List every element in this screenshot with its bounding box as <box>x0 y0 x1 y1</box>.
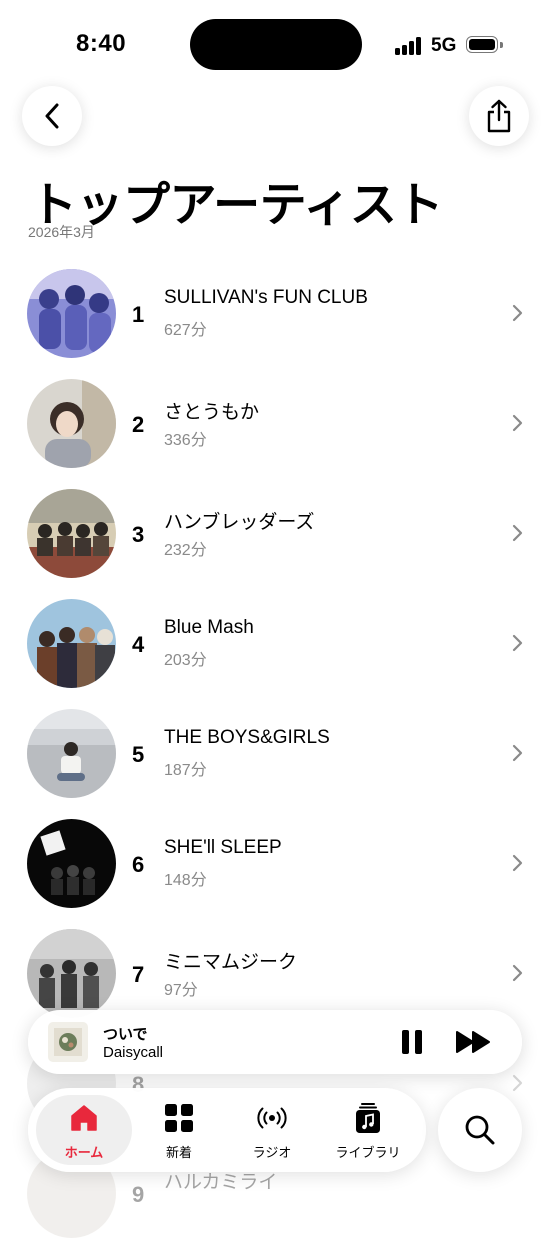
artist-avatar <box>27 819 116 908</box>
chevron-right-icon <box>512 744 523 762</box>
tab-label: ラジオ <box>252 1145 292 1160</box>
library-icon <box>356 1103 380 1133</box>
artist-row[interactable]: 6 SHE'll SLEEP 148分 <box>0 808 552 918</box>
artist-avatar <box>27 269 116 358</box>
grid-icon <box>165 1104 193 1132</box>
tab-bar: ホーム 新着 ラジオ ライブラリ <box>28 1088 426 1172</box>
artist-rank: 2 <box>132 412 145 437</box>
status-time: 8:40 <box>76 30 127 57</box>
artist-name: THE BOYS&GIRLS <box>164 727 330 748</box>
artist-rank: 9 <box>132 1182 145 1207</box>
artist-minutes: 203分 <box>164 652 207 669</box>
now-playing-artwork <box>48 1022 88 1062</box>
chevron-right-icon <box>512 854 523 872</box>
tab-label: ライブラリ <box>335 1145 401 1160</box>
status-bar: 8:40 5G <box>0 0 552 90</box>
artist-rank: 1 <box>132 302 145 327</box>
artist-minutes: 336分 <box>164 432 207 449</box>
artist-avatar <box>27 489 116 578</box>
artist-row[interactable]: 1 SULLIVAN's FUN CLUB 627分 <box>0 258 552 368</box>
mini-player[interactable]: ついで Daisycall <box>28 1010 522 1074</box>
tab-new[interactable]: 新着 <box>131 1095 227 1165</box>
tab-home[interactable]: ホーム <box>36 1095 132 1165</box>
artist-name: SULLIVAN's FUN CLUB <box>164 287 368 308</box>
search-icon <box>465 1115 495 1145</box>
home-icon <box>71 1105 97 1131</box>
dynamic-island <box>190 19 362 70</box>
signal-icon <box>395 37 423 55</box>
artist-row[interactable]: 3 ハンブレッダーズ 232分 <box>0 478 552 588</box>
artist-avatar <box>27 379 116 468</box>
chevron-right-icon <box>512 524 523 542</box>
artist-avatar <box>27 929 116 1018</box>
chevron-right-icon <box>512 964 523 982</box>
page-subtitle: 2026年3月 <box>28 224 95 240</box>
artist-rank: 5 <box>132 742 145 767</box>
search-button[interactable] <box>438 1088 522 1172</box>
back-button[interactable] <box>22 86 82 146</box>
artist-rank: 3 <box>132 522 145 547</box>
artist-name: さとうもか <box>164 402 260 423</box>
artist-minutes: 148分 <box>164 872 207 889</box>
artist-name: ハンブレッダーズ <box>164 512 315 533</box>
chevron-left-icon <box>45 103 59 129</box>
fast-forward-icon <box>456 1031 490 1053</box>
tab-label: 新着 <box>165 1145 192 1160</box>
now-playing-artist: Daisycall <box>103 1044 164 1061</box>
artist-name: SHE'll SLEEP <box>164 837 282 858</box>
artist-avatar <box>27 599 116 688</box>
artist-avatar <box>27 709 116 798</box>
artist-minutes: 627分 <box>164 322 207 339</box>
share-icon <box>487 99 511 133</box>
artist-name: ミニマムジーク <box>164 952 298 973</box>
tab-label: ホーム <box>64 1145 104 1160</box>
artist-row[interactable]: 5 THE BOYS&GIRLS 187分 <box>0 698 552 808</box>
tab-radio[interactable]: ラジオ <box>224 1095 320 1165</box>
chevron-right-icon <box>512 414 523 432</box>
skip-forward-button[interactable] <box>454 1028 494 1056</box>
artist-rank: 7 <box>132 962 145 987</box>
network-label: 5G <box>431 35 457 56</box>
artist-minutes: 187分 <box>164 762 207 779</box>
artist-row[interactable]: 2 さとうもか 336分 <box>0 368 552 478</box>
now-playing-title: ついで <box>103 1026 148 1043</box>
artist-name: Blue Mash <box>164 617 254 638</box>
chevron-right-icon <box>512 304 523 322</box>
radio-icon <box>257 1107 287 1129</box>
artist-rank: 6 <box>132 852 145 877</box>
artist-rank: 4 <box>132 632 145 657</box>
chevron-right-icon <box>512 1074 523 1092</box>
pause-button[interactable] <box>396 1026 428 1058</box>
share-button[interactable] <box>469 86 529 146</box>
tab-library[interactable]: ライブラリ <box>320 1095 416 1165</box>
artist-minutes: 232分 <box>164 542 207 559</box>
chevron-right-icon <box>512 634 523 652</box>
battery-icon <box>466 36 503 55</box>
pause-icon <box>402 1030 422 1054</box>
artist-minutes: 97分 <box>164 982 198 999</box>
artist-row[interactable]: 4 Blue Mash 203分 <box>0 588 552 698</box>
